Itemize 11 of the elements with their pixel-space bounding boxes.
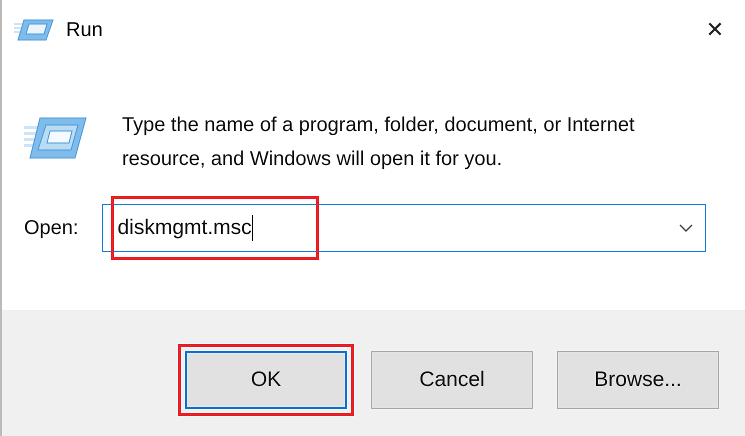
close-button[interactable]: ✕ xyxy=(685,0,745,60)
dialog-button[interactable]: OK xyxy=(185,351,347,409)
window-title: Run xyxy=(66,18,103,42)
open-combo-box[interactable]: diskmgmt.msc xyxy=(102,204,706,252)
run-icon xyxy=(14,18,54,42)
open-label: Open: xyxy=(24,216,78,240)
instruction-text: Type the name of a program, folder, document, or Internet resource, and Windows will open it for you. xyxy=(122,113,636,172)
dialog-button[interactable]: Cancel xyxy=(371,351,533,409)
dropdown-icon[interactable] xyxy=(679,224,694,232)
run-icon xyxy=(24,116,88,160)
dialog-button[interactable]: Browse... xyxy=(557,351,719,409)
